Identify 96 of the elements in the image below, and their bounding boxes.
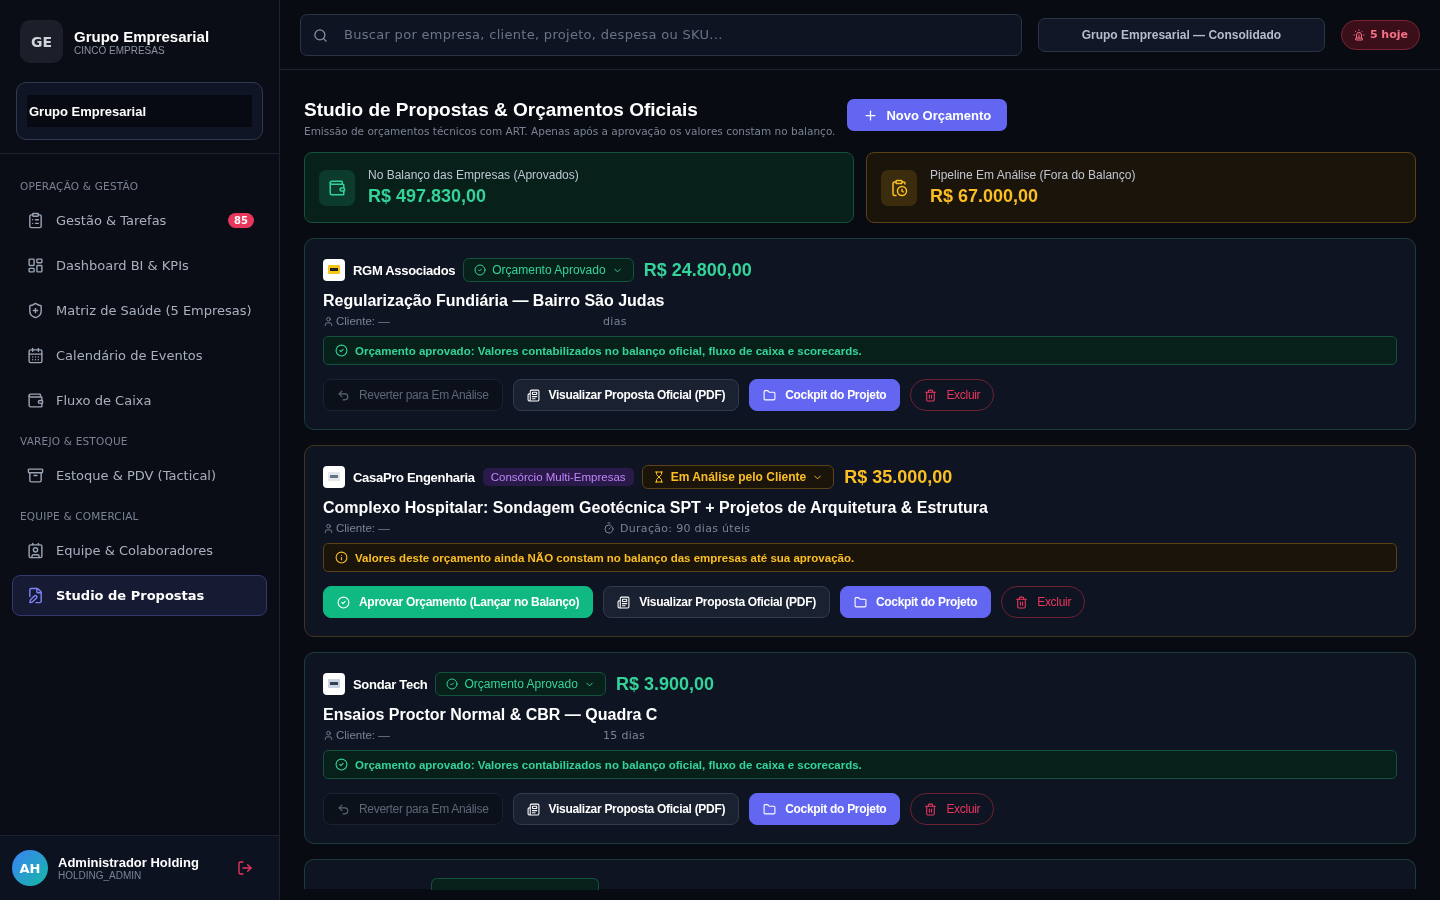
plus-icon (863, 107, 879, 123)
hourglass-icon (652, 471, 665, 483)
summary-value: R$ 497.830,00 (368, 186, 488, 207)
summary-glyph-icon (328, 178, 346, 197)
trash-icon (924, 388, 938, 402)
user-name: Administrador Holding (58, 855, 199, 870)
company-name: CasaPro Engenharia (353, 469, 475, 485)
status-dropdown[interactable]: Orçamento Aprovado (463, 258, 634, 282)
nav-item[interactable]: Fluxo de Caixa (12, 380, 267, 421)
check-circle-icon (446, 678, 459, 690)
brand-logo: GE (20, 20, 63, 63)
proposal-title: Ensaios Proctor Normal & CBR — Quadra C (323, 706, 659, 724)
check-circle-icon (335, 758, 348, 771)
client-label: Cliente: — (323, 729, 603, 741)
nav-icon (27, 587, 44, 604)
user-role: HOLDING_ADMIN (58, 870, 143, 881)
count-badge: 85 (228, 213, 254, 228)
nav-item[interactable]: Calendário de Eventos (12, 335, 267, 376)
nav-icon (27, 467, 44, 484)
folder-icon (763, 388, 777, 402)
nav-item[interactable]: Matriz de Saúde (5 Empresas) (12, 290, 267, 331)
siren-icon (1352, 28, 1365, 41)
check-circle-icon (335, 344, 348, 357)
company-logo (323, 259, 345, 281)
newspaper-icon (526, 388, 540, 402)
brand-subtitle: CINCO EMPRESAS (74, 44, 165, 56)
nav-icon (27, 347, 44, 364)
user-icon (323, 729, 334, 741)
user-icon (323, 522, 334, 534)
duration-label: 15 dias (603, 728, 646, 742)
nav-icon (27, 302, 44, 319)
folder-icon (853, 595, 867, 609)
balance-notice: Orçamento aprovado: Valores contabilizados no balanço oficial, fluxo de caixa e scorecards. (323, 750, 1397, 779)
undo-icon (337, 802, 350, 816)
view-pdf-button[interactable]: Visualizar Proposta Oficial (PDF) (512, 379, 740, 411)
trash-icon (1015, 595, 1029, 609)
timer-icon (603, 522, 615, 534)
info-icon (335, 551, 348, 564)
duration-label: Duração: 90 dias úteis (603, 521, 751, 535)
duration-label: dias (603, 314, 627, 328)
company-select[interactable]: Grupo Empresarial (16, 82, 263, 140)
proposal-title: Regularização Fundiária — Bairro São Judas (323, 292, 666, 310)
proposal-amount: R$ 3.900,00 (615, 673, 714, 695)
nav-icon (27, 542, 44, 559)
logout-button[interactable] (237, 860, 253, 876)
nav-section-label: OPERAÇÃO & GESTÃO (19, 179, 140, 194)
nav-section-label: EQUIPE & COMERCIAL (19, 509, 140, 524)
summary-value: R$ 67.000,00 (930, 186, 1040, 207)
company-logo (323, 673, 345, 695)
user-icon (323, 315, 334, 327)
cockpit-button[interactable]: Cockpit do Projeto (749, 793, 901, 825)
consortium-tag: Consórcio Multi-Empresas (482, 468, 634, 486)
scope-selector[interactable]: Grupo Empresarial — Consolidado (1037, 17, 1325, 52)
cockpit-button[interactable]: Cockpit do Projeto (839, 586, 992, 618)
newspaper-icon (617, 595, 631, 609)
proposal-title: Complexo Hospitalar: Sondagem Geotécnica SPT + Projetos de Arquitetura & Estrutura (323, 499, 989, 517)
user-avatar: AH (12, 850, 48, 886)
proposal-amount: R$ 24.800,00 (643, 259, 752, 281)
client-label: Cliente: — (323, 522, 603, 534)
view-pdf-button[interactable]: Visualizar Proposta Oficial (PDF) (603, 586, 830, 618)
summary-label: Pipeline Em Análise (Fora do Balanço) (930, 168, 1136, 182)
check-circle-icon (474, 264, 487, 276)
nav-icon (27, 257, 44, 274)
client-label: Cliente: — (323, 315, 603, 327)
proposal-amount: R$ 35.000,00 (844, 466, 953, 488)
status-dropdown[interactable]: Em Análise pelo Cliente (641, 465, 835, 489)
folder-icon (763, 802, 777, 816)
nav-item[interactable]: Studio de Propostas (12, 575, 267, 616)
company-name: Sondar Tech (353, 676, 428, 692)
nav-item[interactable]: Estoque & PDV (Tactical) (12, 455, 267, 496)
balance-notice: Orçamento aprovado: Valores contabilizados no balanço oficial, fluxo de caixa e scorecards. (323, 336, 1397, 365)
status-dropdown[interactable]: Orçamento Aprovado (435, 672, 606, 696)
alerts-button[interactable]: 5 hoje (1340, 19, 1420, 50)
newspaper-icon (526, 802, 540, 816)
nav-section-label: VAREJO & ESTOQUE (19, 434, 129, 449)
nav-item[interactable]: Dashboard BI & KPIs (12, 245, 267, 286)
brand-title: Grupo Empresarial (74, 27, 210, 45)
company-logo (323, 466, 345, 488)
undo-icon (337, 388, 350, 402)
view-pdf-button[interactable]: Visualizar Proposta Oficial (PDF) (512, 793, 740, 825)
check-circle-icon (337, 595, 350, 609)
nav-item[interactable]: Equipe & Colaboradores (12, 530, 267, 571)
nav-item[interactable]: Gestão & Tarefas 85 (12, 200, 267, 241)
new-budget-button[interactable]: Novo Orçamento (847, 99, 1008, 131)
nav-icon (27, 392, 44, 409)
nav-icon (27, 212, 44, 229)
search-icon (313, 27, 328, 43)
search-field[interactable]: Buscar por empresa, cliente, projeto, despesa ou SKU... (300, 13, 1022, 56)
page-subtitle: Emissão de orçamentos técnicos com ART. Apenas após a aprovação os valores constam no balanço. (304, 125, 836, 137)
trash-icon (924, 802, 938, 816)
company-name: RGM Associados (353, 262, 456, 278)
summary-label: No Balanço das Empresas (Aprovados) (368, 168, 579, 182)
cockpit-button[interactable]: Cockpit do Projeto (749, 379, 901, 411)
balance-notice: Valores deste orçamento ainda NÃO constam no balanço das empresas até sua aprovação. (323, 543, 1397, 572)
page-title: Studio de Propostas & Orçamentos Oficiais (304, 99, 699, 121)
summary-glyph-icon (890, 178, 908, 197)
